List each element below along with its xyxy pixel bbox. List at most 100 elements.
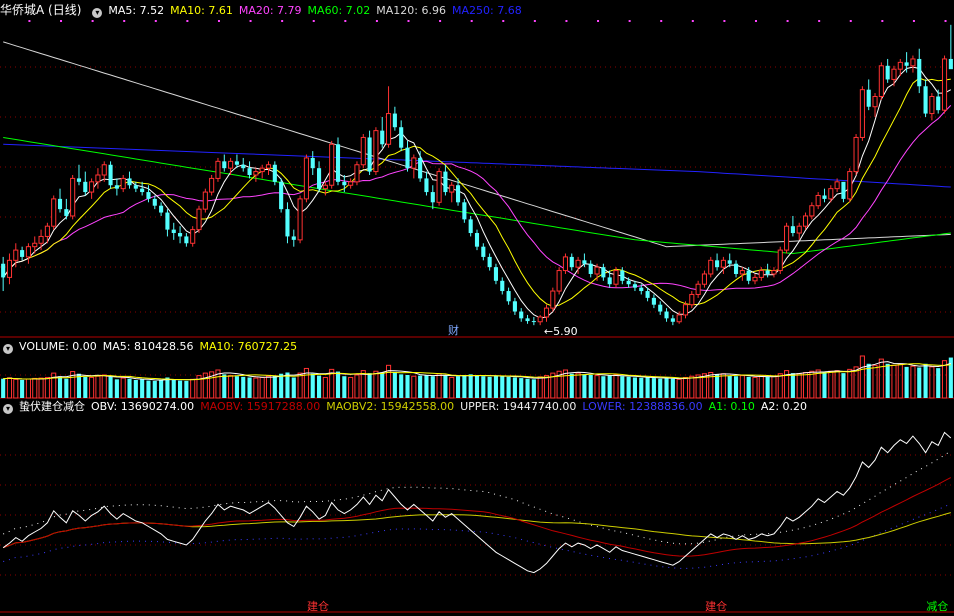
candle-body <box>777 249 783 272</box>
volume-bar <box>64 378 69 398</box>
volume-bar <box>739 375 745 399</box>
volume-bar <box>815 369 821 399</box>
candle-body <box>569 256 574 268</box>
volume-bar <box>322 376 328 399</box>
candle-body <box>639 287 644 292</box>
volume-bar <box>32 377 38 399</box>
volume-bar <box>399 374 404 398</box>
volume-bar <box>607 375 612 398</box>
volume-bar <box>582 374 587 398</box>
candle-body <box>418 157 423 179</box>
candle-body <box>367 137 372 172</box>
volume-bar <box>165 377 170 398</box>
volume-bar <box>95 375 101 399</box>
candle-body <box>228 160 234 169</box>
candle-body <box>891 68 897 80</box>
volume-bar <box>38 377 44 399</box>
volume-bar <box>83 376 88 398</box>
candle-body <box>752 276 758 282</box>
candle-body <box>853 136 859 173</box>
candle-body <box>550 290 556 309</box>
collapse-toggle-icon[interactable]: ▾ <box>3 404 13 414</box>
indicator-title: 蛰伏建仓减仓 <box>19 400 85 413</box>
candle-body <box>512 301 517 312</box>
candle-body <box>234 161 239 165</box>
candle-body <box>809 205 815 217</box>
volume-bar <box>733 376 739 398</box>
collapse-toggle-icon[interactable]: ▾ <box>3 344 13 354</box>
volume-bar <box>247 377 252 398</box>
candle-body <box>493 267 499 281</box>
candle-body <box>108 164 113 186</box>
volume-bar <box>676 378 682 399</box>
ma-label-4: MA120: 6.96 <box>376 4 446 17</box>
candle-body <box>670 318 675 322</box>
signal-label-2: 减仓 <box>926 599 948 613</box>
volume-bar <box>682 376 689 399</box>
candle-body <box>941 58 948 111</box>
volume-bar <box>291 377 296 398</box>
volume-bar <box>859 355 865 399</box>
volume-bar <box>537 376 543 399</box>
financial-report-badge: 财 <box>448 323 459 337</box>
indicator-label-5: A1: 0.10 <box>708 400 755 413</box>
candle-body <box>537 316 543 323</box>
indicator-label-0: OBV: 13690274.00 <box>91 400 195 413</box>
candle-body <box>562 256 569 272</box>
volume-bar <box>822 371 827 398</box>
volume-bar <box>405 374 410 398</box>
candle-body <box>847 171 853 200</box>
candle-body <box>594 266 600 275</box>
candle-body <box>57 198 63 210</box>
volume-bar <box>771 375 777 399</box>
volume-bar <box>443 375 448 398</box>
volume-label-0: MA5: 810428.56 <box>102 340 194 353</box>
signal-label-0: 建仓 <box>307 599 329 613</box>
ma120-line <box>3 41 951 248</box>
candle-body <box>936 96 941 111</box>
candle-body <box>6 259 13 278</box>
volume-bar <box>367 373 372 398</box>
candle-body <box>929 96 935 115</box>
signal-dot <box>439 20 442 22</box>
maobv-line <box>3 477 952 557</box>
volume-bar <box>1 378 6 398</box>
volume-bar <box>765 376 770 398</box>
collapse-toggle-icon[interactable]: ▾ <box>92 8 103 18</box>
signal-dot <box>597 20 600 22</box>
volume-bar <box>917 367 922 398</box>
candle-body <box>822 195 827 199</box>
chart-stage[interactable]: ←5.90 财建仓 建仓 减仓 <box>0 0 954 616</box>
volume-bar <box>222 374 227 398</box>
candle-body <box>291 236 296 240</box>
volume-bar <box>670 378 675 398</box>
volume-bar <box>752 376 758 399</box>
candle-body <box>354 164 360 183</box>
volume-bar <box>588 374 593 398</box>
candle-body <box>664 311 669 319</box>
volume-bar <box>316 375 322 398</box>
candle-body <box>645 291 650 298</box>
candle-body <box>127 178 132 186</box>
volume-bar <box>878 358 884 399</box>
volume-bar <box>594 375 600 399</box>
candle-body <box>834 181 840 190</box>
volume-bar <box>872 364 878 399</box>
candle-body <box>385 113 392 145</box>
candle-body <box>872 96 878 108</box>
volume-bar <box>758 375 764 399</box>
candle-body <box>51 198 57 227</box>
candle-body <box>613 270 619 285</box>
volume-bar <box>335 371 341 398</box>
candle-body <box>159 205 164 213</box>
candle-body <box>701 273 707 285</box>
signal-label-1: 建仓 <box>705 599 727 613</box>
volume-bar <box>493 375 499 398</box>
candle-body <box>140 188 145 193</box>
volume-bar <box>178 380 183 398</box>
candle-body <box>76 178 82 182</box>
signal-dot <box>60 20 63 22</box>
volume-bar <box>89 376 95 399</box>
candle-body <box>525 318 530 322</box>
volume-bar <box>695 374 701 399</box>
